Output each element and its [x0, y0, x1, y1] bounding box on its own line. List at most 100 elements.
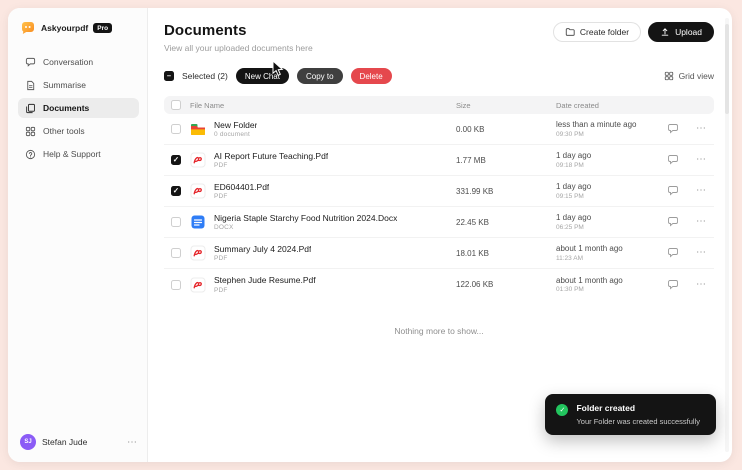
selected-count: Selected (2)	[182, 71, 228, 81]
table-row[interactable]: New Folder 0 document 0.00 KB less than …	[164, 114, 714, 145]
header-checkbox[interactable]	[171, 100, 181, 110]
table-row[interactable]: Nigeria Staple Starchy Food Nutrition 20…	[164, 207, 714, 238]
row-checkbox[interactable]: ✓	[171, 186, 181, 196]
file-size: 1.77 MB	[456, 155, 486, 165]
user-menu-button[interactable]: ⋯	[127, 437, 139, 448]
scrollbar-thumb[interactable]	[725, 24, 729, 114]
create-folder-button[interactable]: Create folder	[552, 22, 642, 42]
upload-label: Upload	[675, 27, 702, 37]
file-size: 0.00 KB	[456, 124, 485, 134]
chat-icon[interactable]	[667, 216, 679, 228]
date-created: less than a minute ago	[556, 120, 637, 130]
avatar: SJ	[20, 434, 36, 450]
docx-file-icon	[190, 214, 206, 230]
page-title: Documents	[164, 22, 247, 39]
more-options-button[interactable]: ⋯	[696, 155, 706, 165]
success-check-icon: ✓	[556, 404, 569, 416]
select-all-checkbox[interactable]: –	[164, 71, 174, 81]
more-options-button[interactable]: ⋯	[696, 186, 706, 196]
grid-view-toggle[interactable]: Grid view	[664, 71, 714, 81]
folder-outline-icon	[565, 27, 575, 37]
table-row[interactable]: Stephen Jude Resume.Pdf PDF 122.06 KB ab…	[164, 269, 714, 300]
time-created: 09:30 PM	[556, 130, 584, 138]
brand-logo-icon	[20, 20, 36, 36]
brand: Askyourpdf Pro	[18, 20, 139, 36]
row-checkbox[interactable]: ✓	[171, 155, 181, 165]
chat-icon[interactable]	[667, 279, 679, 291]
sidebar-item-summarise[interactable]: Summarise	[18, 75, 139, 95]
sidebar-item-help-support[interactable]: Help & Support	[18, 144, 139, 164]
toast-title: Folder created	[576, 403, 636, 413]
pdf-file-icon	[190, 277, 206, 293]
sidebar-item-label: Summarise	[43, 80, 86, 90]
time-created: 06:25 PM	[556, 223, 584, 231]
date-created: about 1 month ago	[556, 244, 623, 254]
chat-icon[interactable]	[667, 154, 679, 166]
file-meta: PDF	[214, 255, 228, 263]
pdf-file-icon	[190, 245, 206, 261]
sidebar-item-documents[interactable]: Documents	[18, 98, 139, 118]
empty-state-text: Nothing more to show...	[394, 326, 484, 336]
time-created: 09:18 PM	[556, 161, 584, 169]
pro-badge: Pro	[93, 23, 113, 33]
row-checkbox[interactable]	[171, 248, 181, 258]
folder-icon	[190, 121, 206, 137]
user-name: Stefan Jude	[42, 437, 88, 447]
copy-icon	[25, 103, 36, 114]
file-meta: PDF	[214, 193, 228, 201]
file-size: 18.01 KB	[456, 248, 489, 258]
upload-button[interactable]: Upload	[648, 22, 714, 42]
column-size: Size	[456, 100, 471, 110]
scrollbar[interactable]	[725, 18, 729, 452]
table-row[interactable]: ✓ ED604401.Pdf PDF 331.99 KB 1 day ago 0…	[164, 176, 714, 207]
sidebar-item-other-tools[interactable]: Other tools	[18, 121, 139, 141]
more-options-button[interactable]: ⋯	[696, 217, 706, 227]
date-created: 1 day ago	[556, 213, 592, 223]
chat-icon[interactable]	[667, 247, 679, 259]
new-chat-button[interactable]: New Chat	[235, 68, 289, 84]
file-meta: PDF	[214, 286, 228, 294]
document-icon	[25, 80, 36, 91]
file-name: AI Report Future Teaching.Pdf	[214, 150, 329, 161]
table-row[interactable]: Summary July 4 2024.Pdf PDF 18.01 KB abo…	[164, 238, 714, 269]
more-options-button[interactable]: ⋯	[696, 248, 706, 258]
desktop-background: Askyourpdf Pro Conversation Summarise Do…	[0, 0, 742, 470]
file-size: 122.06 KB	[456, 280, 494, 289]
file-meta: DOCX	[214, 224, 234, 232]
documents-table: File Name Size Date created New Folder 0…	[164, 96, 714, 300]
grid-view-label: Grid view	[678, 71, 714, 81]
sidebar-item-conversation[interactable]: Conversation	[18, 52, 139, 72]
sidebar-item-label: Help & Support	[43, 149, 101, 159]
date-created: 1 day ago	[556, 182, 592, 192]
chat-icon[interactable]	[667, 123, 679, 135]
more-options-button[interactable]: ⋯	[696, 124, 706, 134]
help-icon	[25, 149, 36, 160]
file-name: Summary July 4 2024.Pdf	[214, 243, 312, 254]
column-file-name: File Name	[190, 100, 225, 110]
file-name: ED604401.Pdf	[214, 181, 270, 192]
file-size: 331.99 KB	[456, 186, 494, 196]
pdf-file-icon	[190, 183, 206, 199]
file-name: Stephen Jude Resume.Pdf	[214, 275, 316, 286]
file-meta: 0 document	[214, 131, 250, 139]
grid-icon	[25, 126, 36, 137]
row-checkbox[interactable]	[171, 279, 181, 290]
sidebar-item-label: Other tools	[43, 126, 85, 136]
brand-name: Askyourpdf	[41, 23, 89, 33]
chat-icon[interactable]	[667, 185, 679, 197]
table-header: File Name Size Date created	[164, 96, 714, 114]
create-folder-label: Create folder	[579, 27, 630, 37]
copy-to-button[interactable]: Copy to	[296, 68, 343, 84]
more-options-button[interactable]: ⋯	[696, 279, 706, 290]
delete-button[interactable]: Delete	[350, 68, 392, 84]
sidebar-menu: Conversation Summarise Documents Other t…	[18, 52, 139, 164]
toast-message: Your Folder was created successfully	[576, 417, 700, 426]
file-size: 22.45 KB	[456, 217, 489, 227]
file-name: Nigeria Staple Starchy Food Nutrition 20…	[214, 212, 398, 223]
time-created: 01:30 PM	[556, 286, 584, 294]
row-checkbox[interactable]	[171, 217, 181, 227]
table-row[interactable]: ✓ AI Report Future Teaching.Pdf PDF 1.77…	[164, 145, 714, 176]
row-checkbox[interactable]	[171, 124, 181, 134]
sidebar-item-label: Conversation	[43, 57, 94, 67]
grid-view-icon	[664, 71, 674, 81]
